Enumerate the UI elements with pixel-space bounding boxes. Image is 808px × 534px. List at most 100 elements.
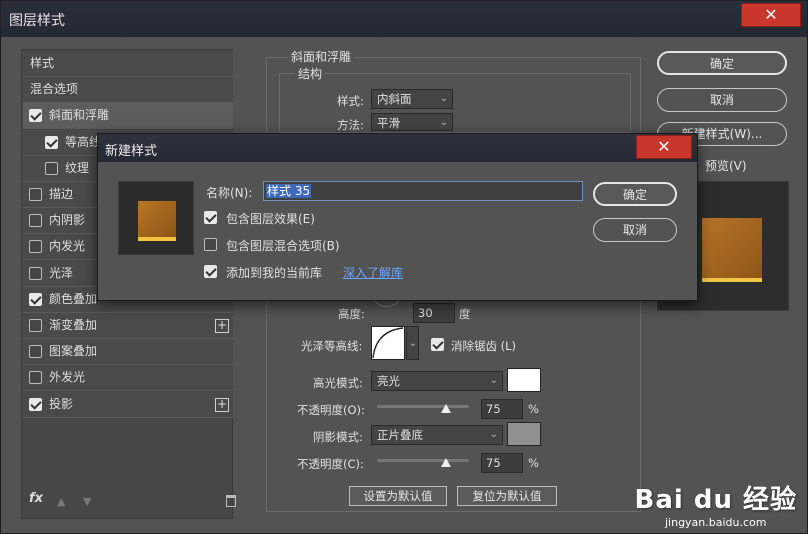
add-effect-icon[interactable]: + bbox=[215, 319, 229, 333]
chevron-down-icon: ⌄ bbox=[489, 429, 498, 440]
style-item-checkbox[interactable] bbox=[29, 292, 42, 306]
style-item-checkbox[interactable] bbox=[29, 266, 42, 280]
add-to-library-checkbox[interactable] bbox=[204, 265, 217, 278]
gloss-contour-dropdown[interactable]: ⌄ bbox=[406, 326, 419, 360]
altitude-label: 高度: bbox=[338, 307, 365, 321]
antialias-label: 消除锯齿 (L) bbox=[451, 339, 517, 353]
style-item-checkbox[interactable] bbox=[45, 161, 58, 175]
contour-curve-icon bbox=[372, 327, 404, 359]
add-effect-icon[interactable]: + bbox=[215, 397, 229, 412]
dialog-cancel-button[interactable]: 取消 bbox=[593, 218, 677, 242]
style-label: 样式: bbox=[337, 94, 364, 108]
style-item-label: 斜面和浮雕 bbox=[49, 108, 110, 123]
gloss-contour-label: 光泽等高线: bbox=[301, 339, 363, 353]
style-item-checkbox[interactable] bbox=[29, 188, 42, 201]
style-item[interactable]: 斜面和浮雕 bbox=[23, 103, 233, 130]
highlight-opacity-label: 不透明度(O): bbox=[297, 403, 365, 417]
include-effects-checkbox[interactable] bbox=[204, 211, 217, 224]
set-default-button[interactable]: 设置为默认值 bbox=[349, 486, 447, 506]
title-bar: 图层样式 ✕ bbox=[1, 1, 807, 37]
percent-sign: % bbox=[528, 456, 539, 470]
style-item-label: 等高线 bbox=[65, 134, 102, 149]
style-thumbnail bbox=[118, 181, 194, 255]
technique-select[interactable]: 平滑 ⌄ bbox=[371, 113, 453, 131]
chevron-down-icon: ⌄ bbox=[408, 338, 417, 349]
shadow-mode-select[interactable]: 正片叠底 ⌄ bbox=[371, 425, 503, 445]
preview-label: 预览(V) bbox=[705, 159, 747, 173]
highlight-opacity-input[interactable]: 75 bbox=[481, 399, 523, 419]
bevel-emboss-title: 斜面和浮雕 bbox=[288, 48, 355, 65]
style-item[interactable]: 渐变叠加 + bbox=[23, 313, 233, 339]
gloss-contour-preview[interactable] bbox=[371, 326, 405, 360]
move-down-icon[interactable]: ▼ bbox=[83, 495, 91, 508]
style-item-checkbox[interactable] bbox=[29, 371, 42, 385]
shadow-opacity-label: 不透明度(C): bbox=[297, 457, 364, 471]
move-up-icon[interactable]: ▲ bbox=[57, 495, 65, 508]
antialias-checkbox[interactable] bbox=[431, 338, 444, 351]
style-item-checkbox[interactable] bbox=[45, 135, 58, 149]
style-item-label: 描边 bbox=[49, 187, 74, 201]
trash-icon[interactable] bbox=[226, 495, 236, 507]
style-item[interactable]: 投影 + bbox=[23, 391, 233, 418]
ok-button[interactable]: 确定 bbox=[657, 51, 787, 75]
close-icon: ✕ bbox=[764, 5, 778, 24]
style-item[interactable]: 样式 bbox=[23, 51, 233, 77]
preview-square bbox=[702, 218, 762, 280]
style-item[interactable]: 图案叠加 bbox=[23, 339, 233, 366]
highlight-mode-label: 高光模式: bbox=[313, 376, 363, 390]
chevron-down-icon: ⌄ bbox=[489, 375, 498, 386]
technique-select-value: 平滑 bbox=[377, 116, 400, 130]
reset-default-button[interactable]: 复位为默认值 bbox=[457, 486, 557, 506]
structure-group bbox=[279, 73, 631, 133]
name-input-value: 样式 35 bbox=[266, 184, 312, 198]
style-item-label: 纹理 bbox=[65, 160, 90, 175]
window-title: 图层样式 bbox=[9, 13, 65, 29]
style-item-checkbox[interactable] bbox=[29, 214, 42, 228]
altitude-input[interactable]: 30 bbox=[413, 303, 455, 323]
style-item-label: 样式 bbox=[30, 56, 55, 70]
chevron-down-icon: ⌄ bbox=[439, 117, 448, 128]
close-button[interactable]: ✕ bbox=[741, 3, 801, 27]
dialog-title-bar: 新建样式 ✕ bbox=[98, 134, 697, 162]
style-item-label: 内阴影 bbox=[49, 213, 86, 228]
style-item-checkbox[interactable] bbox=[29, 109, 42, 123]
fx-menu-button[interactable]: fx bbox=[29, 491, 43, 506]
chevron-down-icon: ⌄ bbox=[439, 93, 448, 104]
style-item-label: 光泽 bbox=[49, 265, 74, 280]
style-item-label: 混合选项 bbox=[30, 82, 79, 97]
baidu-watermark: Bai du 经验 jingyan.baidu.com bbox=[635, 479, 798, 529]
shadow-opacity-thumb[interactable] bbox=[441, 458, 451, 467]
style-item[interactable]: 外发光 bbox=[23, 365, 233, 392]
watermark-url: jingyan.baidu.com bbox=[664, 516, 767, 529]
highlight-mode-select[interactable]: 亮光 ⌄ bbox=[371, 371, 503, 391]
style-item-label: 内发光 bbox=[49, 239, 86, 254]
include-blending-checkbox[interactable] bbox=[204, 238, 217, 251]
include-effects-label: 包含图层效果(E) bbox=[226, 212, 315, 226]
highlight-opacity-slider[interactable] bbox=[377, 405, 469, 408]
style-item-checkbox[interactable] bbox=[29, 240, 42, 254]
highlight-color-swatch[interactable] bbox=[507, 368, 541, 392]
style-select[interactable]: 内斜面 ⌄ bbox=[371, 89, 453, 109]
shadow-mode-label: 阴影模式: bbox=[313, 430, 363, 444]
style-item-checkbox[interactable] bbox=[29, 397, 42, 411]
name-input[interactable]: 样式 35 bbox=[263, 181, 583, 201]
style-item[interactable]: 混合选项 bbox=[23, 77, 233, 104]
structure-title: 结构 bbox=[295, 65, 326, 82]
dialog-ok-button[interactable]: 确定 bbox=[593, 182, 677, 206]
new-style-dialog: 新建样式 ✕ 名称(N): 样式 35 包含图层效果(E) 包含图层混合选项(B… bbox=[97, 133, 698, 301]
add-to-library-label: 添加到我的当前库 bbox=[226, 266, 323, 280]
dialog-title: 新建样式 bbox=[105, 144, 158, 159]
shadow-opacity-input[interactable]: 75 bbox=[481, 453, 523, 473]
learn-more-link[interactable]: 深入了解库 bbox=[343, 264, 403, 281]
highlight-opacity-thumb[interactable] bbox=[441, 404, 451, 413]
style-item-checkbox[interactable] bbox=[29, 319, 42, 332]
style-item-label: 投影 bbox=[49, 396, 74, 411]
close-icon: ✕ bbox=[657, 137, 671, 156]
cancel-button[interactable]: 取消 bbox=[657, 88, 787, 112]
style-item-checkbox[interactable] bbox=[29, 345, 42, 359]
shadow-opacity-slider[interactable] bbox=[377, 459, 469, 462]
shadow-color-swatch[interactable] bbox=[507, 422, 541, 446]
dialog-close-button[interactable]: ✕ bbox=[636, 135, 692, 159]
style-item-label: 渐变叠加 bbox=[49, 318, 98, 332]
include-blending-label: 包含图层混合选项(B) bbox=[226, 239, 340, 253]
